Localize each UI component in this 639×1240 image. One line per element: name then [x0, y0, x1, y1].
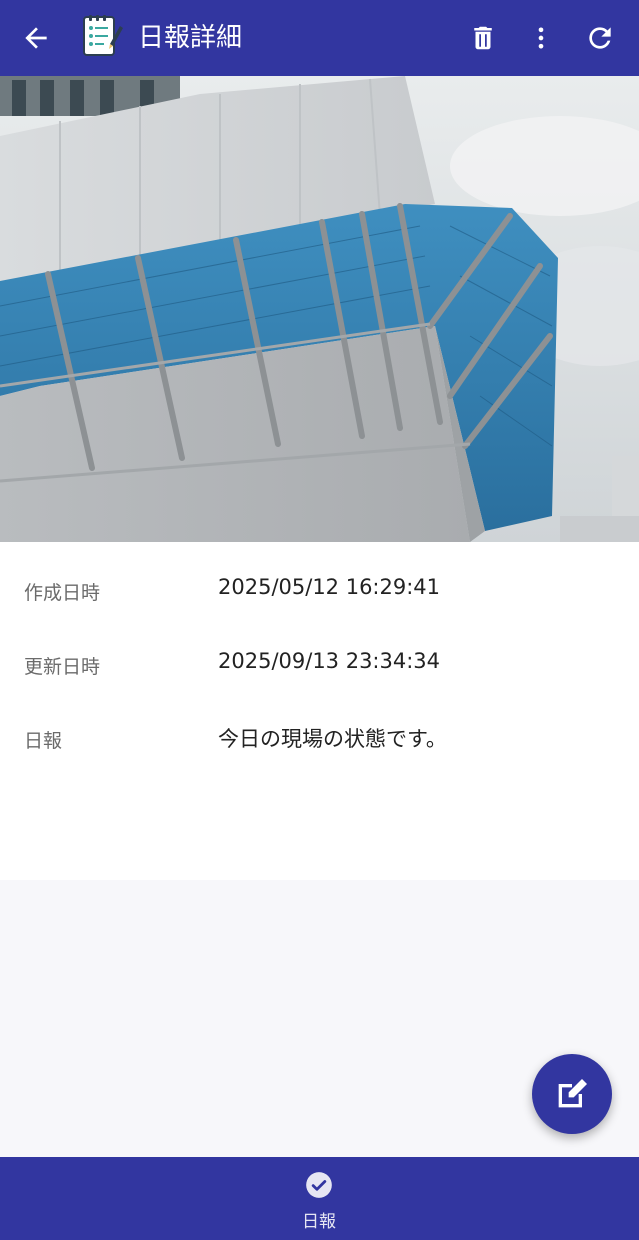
nav-label-daily-report: 日報	[302, 1212, 336, 1232]
created-at-label: 作成日時	[24, 582, 101, 604]
report-notebook-icon	[83, 15, 123, 56]
building-scaffolding-photo	[0, 76, 639, 542]
bottom-navigation: 日報	[0, 1157, 639, 1240]
refresh-button[interactable]	[572, 0, 628, 76]
created-at-value: 2025/05/12 16:29:41	[218, 575, 441, 599]
delete-button[interactable]	[455, 0, 511, 76]
edit-icon	[558, 1079, 587, 1108]
detail-row-report: 日報 今日の現場の状態です。	[0, 720, 639, 760]
nav-item-daily-report[interactable]: 日報	[269, 1157, 369, 1240]
more-options-button[interactable]	[513, 0, 569, 76]
updated-at-label: 更新日時	[24, 656, 101, 678]
more-vert-icon	[538, 27, 544, 49]
report-label: 日報	[24, 730, 63, 752]
refresh-icon	[589, 27, 611, 49]
page-title: 日報詳細	[138, 23, 243, 53]
updated-at-value: 2025/09/13 23:34:34	[218, 649, 441, 673]
app-bar: 日報詳細	[0, 0, 639, 76]
detail-row-updated: 更新日時 2025/09/13 23:34:34	[0, 646, 639, 686]
detail-row-created: 作成日時 2025/05/12 16:29:41	[0, 572, 639, 612]
report-details: 作成日時 2025/05/12 16:29:41 更新日時 2025/09/13…	[0, 542, 639, 880]
report-text: 今日の現場の状態です。	[218, 727, 447, 751]
check-circle-icon	[306, 1172, 332, 1198]
back-button[interactable]	[8, 0, 64, 76]
edit-fab-button[interactable]	[532, 1054, 612, 1134]
arrow-back-icon	[25, 27, 47, 49]
report-photo[interactable]	[0, 76, 639, 542]
trash-icon	[474, 26, 492, 50]
